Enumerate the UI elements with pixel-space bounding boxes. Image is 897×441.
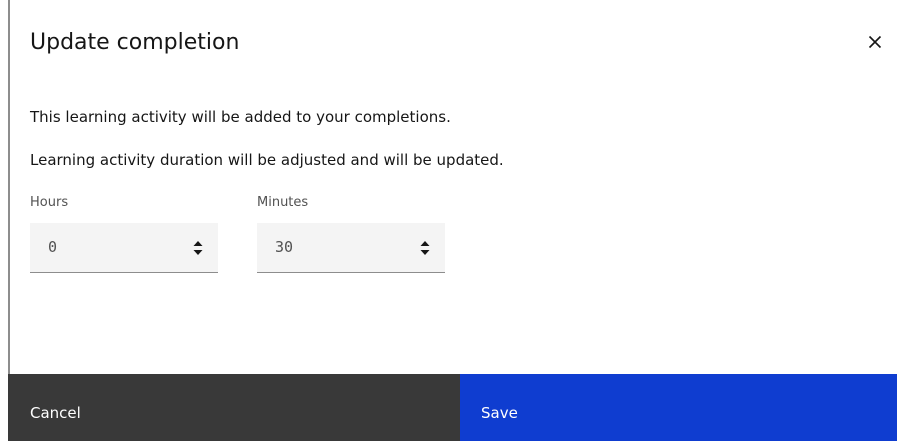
hours-label: Hours xyxy=(30,195,69,210)
hours-input[interactable]: 0 xyxy=(30,223,218,273)
close-icon xyxy=(868,35,882,49)
hours-value: 0 xyxy=(48,238,58,256)
cancel-button[interactable]: Cancel xyxy=(8,374,460,441)
hours-stepper-icon[interactable] xyxy=(192,236,204,260)
minutes-label: Minutes xyxy=(257,195,309,210)
completion-message: This learning activity will be added to … xyxy=(30,108,451,126)
modal-footer: Cancel Save xyxy=(8,374,897,441)
minutes-stepper-icon[interactable] xyxy=(419,236,431,260)
close-button[interactable] xyxy=(859,26,891,58)
modal-title: Update completion xyxy=(30,30,240,55)
minutes-input[interactable]: 30 xyxy=(257,223,445,273)
update-completion-modal: Update completion This learning activity… xyxy=(0,0,897,441)
duration-message: Learning activity duration will be adjus… xyxy=(30,151,504,169)
minutes-value: 30 xyxy=(275,238,294,256)
left-border xyxy=(8,0,10,374)
save-button[interactable]: Save xyxy=(460,374,897,441)
